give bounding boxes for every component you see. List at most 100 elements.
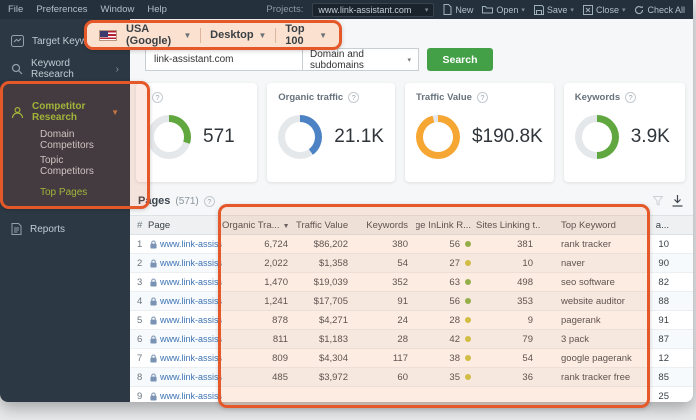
row-number: 6 [137,333,143,345]
target-keywords-icon [11,35,24,47]
lock-icon [150,278,157,286]
menu-preferences[interactable]: Preferences [36,4,87,15]
menu-window[interactable]: Window [101,4,135,15]
check-all-button[interactable]: Check All [634,5,685,15]
page-link[interactable]: www.link-assistant.com… [148,372,222,382]
close-button[interactable]: Close ▾ [582,4,626,15]
row-number: 2 [137,257,143,269]
extra-cell: 10 [658,238,669,250]
sidebar-item-keyword-research[interactable]: Keyword Research › [0,55,130,83]
scope-dropdown[interactable]: Domain and subdomains ▾ [302,48,419,71]
lock-icon [150,316,157,324]
help-icon[interactable]: ? [625,92,637,103]
project-dropdown[interactable]: www.link-assistant.com ▾ [312,2,435,17]
row-number: 8 [137,371,143,383]
lock-icon [150,354,157,362]
donut-gauge [415,115,460,159]
metric-card-pages: ? 571 [136,83,258,182]
metric-value: 3.9K [630,126,670,147]
domain-input[interactable]: link-assistant.com [145,48,303,71]
download-icon[interactable] [672,195,683,207]
page-link[interactable]: www.link-assistant.com… [148,277,222,287]
help-icon[interactable]: ? [476,92,488,103]
depth-dropdown[interactable]: Top 100 ▼ [285,23,327,47]
lock-icon [150,259,157,267]
metric-value: $190.8K [471,126,543,147]
table-columns-callout [218,204,650,408]
page-link[interactable]: www.link-assistant.com… [148,315,222,325]
preferences-callout: USA (Google) ▼ Desktop ▼ Top 100 ▼ [84,20,342,50]
chevron-down-icon[interactable]: ▾ [521,6,525,14]
page-link[interactable]: www.link-assistant.com… [148,296,222,306]
refresh-icon [635,5,644,14]
chevron-right-icon: › [115,63,119,75]
metric-card-organic-traffic: Organic traffic ? 21.1K [267,83,395,182]
help-icon[interactable]: ? [152,92,163,103]
extra-cell: 82 [658,276,669,288]
row-number: 5 [137,314,143,326]
chevron-down-icon: ▼ [319,30,328,40]
chevron-down-icon[interactable]: ▾ [570,6,574,14]
lock-icon [150,373,157,381]
column-header[interactable]: Page [148,220,222,231]
chevron-down-icon: ▼ [183,30,192,40]
help-icon[interactable]: ? [203,195,215,207]
metric-card-keywords: Keywords ? 3.9K [563,83,686,182]
filter-icon[interactable] [653,196,663,206]
page-link[interactable]: www.link-assistant.com… [148,353,222,363]
domain-search-bar: link-assistant.com Domain and subdomains… [145,48,693,71]
column-header[interactable]: a... [649,220,677,231]
row-number: 1 [137,238,143,250]
extra-cell: 90 [658,257,669,269]
row-number: 4 [137,295,143,307]
search-engine-dropdown[interactable]: USA (Google) ▼ [126,23,191,47]
extra-cell: 85 [658,371,669,383]
close-icon [582,4,593,15]
competitor-research-callout [0,81,150,209]
column-header[interactable]: # [130,220,148,231]
new-button[interactable]: New [443,4,473,15]
page-link[interactable]: www.link-assistant.com… [148,391,222,401]
extra-cell: 88 [658,295,669,307]
project-name: www.link-assistant.com [318,4,412,15]
chevron-down-icon: ▼ [258,30,267,40]
extra-cell: 25 [658,390,669,402]
lock-icon [150,335,157,343]
save-button[interactable]: Save ▾ [533,4,574,15]
row-number: 7 [137,352,143,364]
chevron-down-icon: ▾ [407,56,411,64]
search-icon [11,63,23,75]
donut-gauge [278,115,323,159]
metric-cards: ? 571 Organic traffic ? 21.1K Traffic Va… [136,83,686,182]
menubar: File Preferences Window Help Projects: w… [0,0,693,19]
open-button[interactable]: Open ▾ [482,5,525,15]
donut-gauge [147,115,191,159]
chevron-down-icon[interactable]: ▾ [622,6,626,14]
page-link[interactable]: www.link-assistant.com… [148,239,222,249]
save-floppy-icon [533,4,544,15]
donut-gauge [574,115,619,159]
lock-icon [150,240,157,248]
menu-file[interactable]: File [8,4,23,15]
help-icon[interactable]: ? [348,92,360,103]
extra-cell: 87 [658,333,669,345]
new-document-icon [443,4,452,15]
row-number: 9 [137,390,143,402]
sidebar-item-reports[interactable]: Reports [0,215,130,243]
metric-value: 571 [203,126,235,147]
projects-label: Projects: [266,4,304,15]
page-link[interactable]: www.link-assistant.com… [148,258,222,268]
chevron-down-icon: ▾ [424,6,429,14]
menu-help[interactable]: Help [147,4,167,15]
table-count: (571) [175,195,199,207]
search-button[interactable]: Search [427,48,493,71]
extra-cell: 12 [658,352,669,364]
us-flag-icon [99,29,117,41]
sidebar: Target Keywords Keyword Research › Compe… [0,19,130,402]
page-link[interactable]: www.link-assistant.com… [148,334,222,344]
divider [275,27,277,43]
extra-cell: 91 [658,314,669,326]
device-dropdown[interactable]: Desktop ▼ [210,29,266,41]
report-document-icon [11,223,22,235]
open-folder-icon [482,6,494,14]
